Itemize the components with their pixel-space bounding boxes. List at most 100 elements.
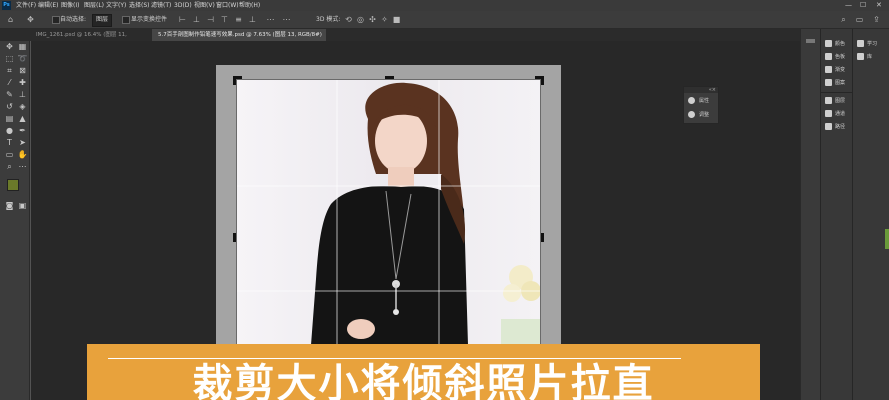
minimize-button[interactable]: — xyxy=(845,0,852,11)
adjustments-panel-tab[interactable]: 调整 xyxy=(688,111,709,119)
menu-select[interactable]: 选择(S) xyxy=(129,0,150,11)
screen-mode-icon[interactable]: ▣ xyxy=(17,201,28,211)
menu-3d[interactable]: 3D(D) xyxy=(174,0,192,11)
eraser-tool-icon[interactable]: ◈ xyxy=(17,102,28,112)
panel-tab-paths[interactable]: 路径 xyxy=(825,122,845,132)
3d-rotate-icon[interactable]: ⟲ xyxy=(344,15,353,24)
more-options-icon[interactable]: ⋯ xyxy=(282,15,291,24)
home-icon[interactable]: ⌂ xyxy=(6,15,15,24)
move-tool-icon[interactable]: ✥ xyxy=(4,42,15,52)
panel-tab-swatches[interactable]: 色板 xyxy=(825,52,845,62)
properties-panel-tab[interactable]: 属性 xyxy=(688,97,709,105)
banner-divider xyxy=(108,358,681,359)
crop-handle-right[interactable] xyxy=(541,233,544,242)
path-select-icon[interactable]: ➤ xyxy=(17,138,28,148)
panel-tab-layers[interactable]: 图层 xyxy=(825,96,845,106)
crop-handle-top-left-v[interactable] xyxy=(233,76,236,85)
panel-label: 路径 xyxy=(835,124,846,130)
tab-pencil-sketch[interactable]: 5.7百手剖图制作铅笔速写效果.psd @ 7.63% (图层 13, RGB/… xyxy=(152,29,326,50)
tab-img-1261[interactable]: IMG_1261.psd @ 16.4% (图层 11, RGB/8*)× xyxy=(30,29,158,50)
auto-select-checkbox[interactable] xyxy=(52,16,60,24)
share-icon[interactable]: ⇪ xyxy=(872,15,881,24)
menu-layer[interactable]: 图层(L) xyxy=(84,0,104,11)
healing-brush-icon[interactable]: ✚ xyxy=(17,78,28,88)
gradients-icon xyxy=(825,66,832,73)
move-tool-icon[interactable]: ✥ xyxy=(26,15,35,24)
clone-stamp-icon[interactable]: ⊥ xyxy=(17,90,28,100)
3d-roll-icon[interactable]: ◎ xyxy=(356,15,365,24)
quick-mask-icon[interactable]: ◙ xyxy=(4,201,15,211)
crop-handle-top[interactable] xyxy=(385,76,394,79)
menu-bar: Ps 文件(F) 编辑(E) 图像(I) 图层(L) 文字(Y) 选择(S) 滤… xyxy=(0,0,889,11)
close-button[interactable]: ✕ xyxy=(876,0,882,11)
foreground-color-swatch[interactable] xyxy=(7,179,19,191)
3d-pan-icon[interactable]: ✣ xyxy=(368,15,377,24)
frame-tool-icon[interactable]: ⊠ xyxy=(17,66,28,76)
menu-filter[interactable]: 滤镜(T) xyxy=(151,0,171,11)
marquee-tool-icon[interactable]: ⬚ xyxy=(4,54,15,64)
panel-tab-color[interactable]: 颜色 xyxy=(825,39,845,49)
distribute-icon[interactable]: ⋯ xyxy=(266,15,275,24)
maximize-button[interactable]: ☐ xyxy=(860,0,866,11)
3d-mode-label: 3D 模式: xyxy=(316,16,341,23)
artboard-tool-icon[interactable]: ▦ xyxy=(17,42,28,52)
panel-label: 图案 xyxy=(835,80,846,86)
panel-tab-channels[interactable]: 通道 xyxy=(825,109,845,119)
caption-text: 裁剪大小将倾斜照片拉直 xyxy=(192,362,655,400)
align-left-icon[interactable]: ⊢ xyxy=(178,15,187,24)
libraries-icon xyxy=(857,53,864,60)
zoom-tool-icon[interactable]: ⌕ xyxy=(4,162,15,172)
adjustments-label: 调整 xyxy=(699,112,710,118)
align-middle-icon[interactable]: ≡ xyxy=(234,15,243,24)
brush-tool-icon[interactable]: ✎ xyxy=(4,90,15,100)
eyedropper-tool-icon[interactable]: ⁄ xyxy=(4,78,15,88)
menu-window[interactable]: 窗口(W) xyxy=(216,0,239,11)
adjustments-icon xyxy=(688,111,695,118)
blur-tool-icon[interactable]: ▲ xyxy=(17,114,28,124)
panel-label: 通道 xyxy=(835,111,846,117)
crop-tool-icon[interactable]: ⌗ xyxy=(4,66,15,76)
show-transform-checkbox[interactable] xyxy=(122,16,130,24)
history-brush-icon[interactable]: ↺ xyxy=(4,102,15,112)
align-top-icon[interactable]: ⊤ xyxy=(220,15,229,24)
3d-scale-icon[interactable]: ■ xyxy=(392,15,401,24)
photo-image[interactable] xyxy=(236,79,541,345)
menu-view[interactable]: 视图(V) xyxy=(194,0,215,11)
menu-help[interactable]: 帮助(H) xyxy=(239,0,260,11)
menu-type[interactable]: 文字(Y) xyxy=(106,0,126,11)
panel-tab-learn[interactable]: 学习 xyxy=(857,39,877,49)
color-icon xyxy=(825,40,832,47)
show-transform-label: 显示变换控件 xyxy=(131,16,168,23)
panel-label: 颜色 xyxy=(835,41,846,47)
panel-tab-patterns[interactable]: 图案 xyxy=(825,78,845,88)
dock-grip-icon[interactable] xyxy=(806,39,815,43)
crop-handle-left[interactable] xyxy=(233,233,236,242)
lasso-tool-icon[interactable]: ➰ xyxy=(17,54,28,64)
menu-file[interactable]: 文件(F) xyxy=(16,0,36,11)
pen-tool-icon[interactable]: ✒ xyxy=(17,126,28,136)
crop-handle-top-right-v[interactable] xyxy=(541,76,544,85)
dodge-tool-icon[interactable]: ● xyxy=(4,126,15,136)
align-right-icon[interactable]: ⊣ xyxy=(206,15,215,24)
panel-tab-gradients[interactable]: 渐变 xyxy=(825,65,845,75)
properties-icon xyxy=(688,97,695,104)
patterns-icon xyxy=(825,79,832,86)
options-bar: ⌂ ✥ 自动选择: 图层 显示变换控件 ⊢ ⊥ ⊣ ⊤ ≡ ⊥ ⋯ ⋯ 3D 模… xyxy=(0,11,889,29)
workspace-icon[interactable]: ▭ xyxy=(855,15,864,24)
panel-tab-libraries[interactable]: 库 xyxy=(857,52,872,62)
auto-select-dropdown[interactable]: 图层 xyxy=(92,14,113,27)
align-center-icon[interactable]: ⊥ xyxy=(192,15,201,24)
shape-tool-icon[interactable]: ▭ xyxy=(4,150,15,160)
menu-image[interactable]: 图像(I) xyxy=(61,0,79,11)
align-bottom-icon[interactable]: ⊥ xyxy=(248,15,257,24)
hand-tool-icon[interactable]: ✋ xyxy=(17,150,28,160)
panel-scroll-indicator[interactable] xyxy=(885,229,889,249)
3d-slide-icon[interactable]: ✧ xyxy=(380,15,389,24)
search-icon[interactable]: ⌕ xyxy=(839,15,848,24)
menu-edit[interactable]: 编辑(E) xyxy=(38,0,58,11)
gradient-tool-icon[interactable]: ▤ xyxy=(4,114,15,124)
more-tools-icon[interactable]: ⋯ xyxy=(17,162,28,172)
panel-label: 渐变 xyxy=(835,67,846,73)
panel-collapse-icon[interactable]: «× xyxy=(684,87,718,93)
type-tool-icon[interactable]: T xyxy=(4,138,15,148)
